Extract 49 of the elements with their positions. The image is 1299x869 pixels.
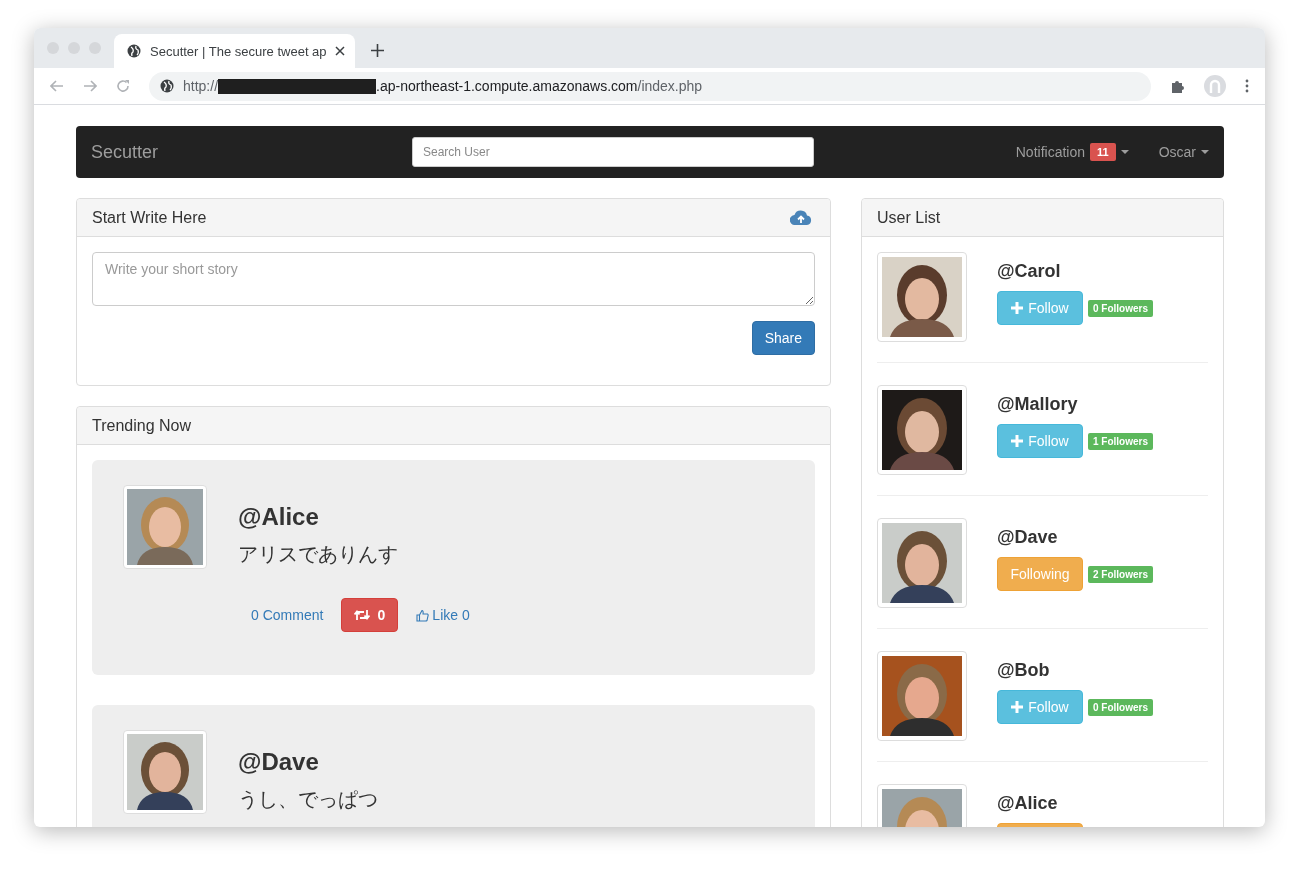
user-name[interactable]: @Bob	[997, 660, 1050, 681]
thumbs-up-icon	[416, 608, 430, 622]
user-name[interactable]: @Mallory	[997, 394, 1078, 415]
plus-icon	[1011, 701, 1024, 713]
panel-title: Start Write Here	[92, 208, 207, 227]
followers-count: 0 Followers	[1088, 698, 1153, 716]
panel-title: User List	[877, 208, 941, 227]
cloud-upload-icon[interactable]	[790, 210, 812, 225]
story-field[interactable]: Write your short story	[92, 252, 815, 306]
comment-link[interactable]: 0 Comment	[238, 607, 324, 623]
retweet-icon	[354, 609, 371, 621]
menu-icon[interactable]	[1245, 79, 1249, 93]
followers-count: 2 Followers	[1088, 565, 1153, 583]
url-scheme: http://	[183, 78, 219, 94]
globe-icon	[160, 79, 174, 93]
caret-icon	[1201, 150, 1209, 154]
user-name[interactable]: @Dave	[997, 527, 1058, 548]
browser-tab[interactable]: Secutter | The secure tweet ap	[114, 34, 355, 68]
tab-title: Secutter | The secure tweet ap	[150, 43, 326, 59]
address-bar[interactable]: http:// .ap-northeast-1.compute.amazonaws.com/index.php	[149, 71, 1151, 101]
search-field[interactable]: Search User	[412, 137, 814, 167]
url-host: .ap-northeast-1.compute.amazonaws.com	[376, 78, 638, 94]
back-icon[interactable]	[50, 80, 64, 92]
post-text: アリスでありんす	[238, 542, 398, 567]
globe-icon	[127, 44, 141, 58]
share-button[interactable]: Share	[751, 321, 815, 355]
url-path: /index.php	[637, 78, 703, 94]
caret-icon	[1120, 150, 1129, 154]
post-author[interactable]: @Alice	[238, 503, 319, 531]
user-name[interactable]: @Carol	[997, 261, 1061, 282]
followers-count: 1 Followers	[1088, 432, 1153, 450]
new-tab-icon[interactable]	[371, 44, 384, 57]
reload-icon[interactable]	[116, 79, 130, 93]
post-text: うし、でっぱつ	[238, 787, 378, 812]
panel-title: Trending Now	[92, 416, 191, 435]
puzzle-icon[interactable]	[1170, 78, 1185, 94]
plus-icon	[1011, 435, 1024, 447]
like-link[interactable]: Like 0	[416, 607, 470, 623]
notification-menu[interactable]: Notification 11	[1015, 143, 1129, 161]
user-menu[interactable]: Oscar	[1158, 143, 1209, 161]
notification-count: 11	[1090, 143, 1116, 161]
forward-icon[interactable]	[83, 80, 97, 92]
retweet-button[interactable]: 0	[341, 598, 399, 632]
user-name[interactable]: @Alice	[997, 793, 1058, 814]
followers-count: 0 Followers	[1088, 299, 1153, 317]
brand-logo[interactable]: Secutter	[91, 141, 412, 163]
close-icon[interactable]	[335, 46, 345, 56]
plus-icon	[1011, 302, 1024, 314]
post-author[interactable]: @Dave	[238, 748, 319, 776]
